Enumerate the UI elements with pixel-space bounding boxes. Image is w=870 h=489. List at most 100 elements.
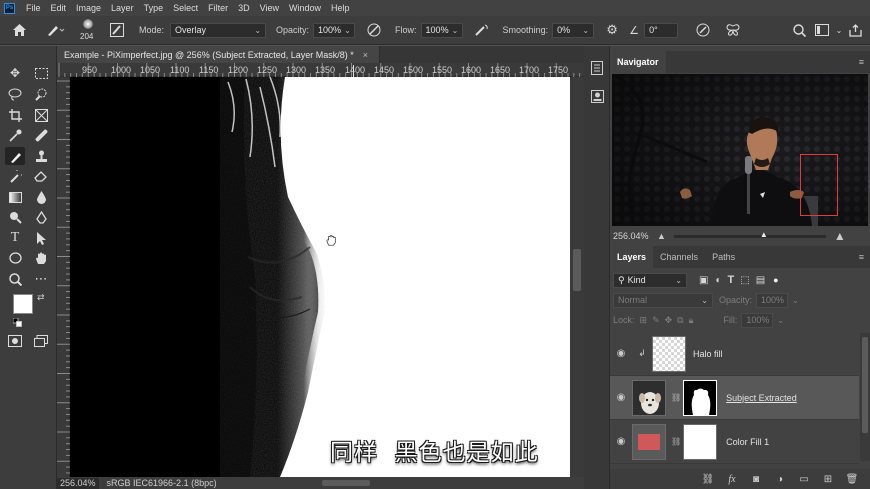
panel-menu-icon[interactable]: ≡ [859, 252, 864, 262]
zoom-tool-icon[interactable] [5, 270, 25, 288]
filter-toggle-icon[interactable]: ● [773, 275, 778, 285]
menu-edit[interactable]: Edit [46, 3, 72, 13]
ellipse-tool-icon[interactable] [5, 249, 25, 267]
smoothing-input[interactable]: 0% ⌄ [552, 22, 595, 38]
navigator-zoom-slider[interactable]: ▲ [673, 230, 826, 238]
layer-mask-thumbnail[interactable] [683, 379, 718, 416]
healing-brush-tool-icon[interactable] [31, 126, 51, 144]
gear-icon[interactable]: ⚙ [600, 22, 624, 38]
layer-style-fx-icon[interactable]: fx [720, 474, 744, 485]
lock-all-icon[interactable]: 🔒︎ [689, 315, 694, 326]
screen-mode-icon[interactable] [31, 332, 51, 350]
properties-panel-icon[interactable] [589, 88, 605, 104]
airbrush-icon[interactable] [469, 23, 495, 37]
navigator-zoom-value[interactable]: 256.04% [613, 231, 657, 241]
layer-opacity-input[interactable]: 100% [756, 292, 789, 308]
clone-stamp-tool-icon[interactable] [31, 147, 51, 165]
menu-layer[interactable]: Layer [106, 3, 139, 13]
horizontal-ruler[interactable]: 950 1000 1050 1100 1150 1200 1250 1300 1… [57, 63, 584, 77]
link-layers-icon[interactable]: ⛓ [696, 474, 720, 485]
scrollbar-thumb[interactable] [573, 249, 581, 291]
more-tools-icon[interactable]: ⋯ [31, 270, 51, 288]
navigator-view-box[interactable] [800, 154, 838, 216]
lock-image-icon[interactable]: ✎ [652, 315, 660, 326]
menu-help[interactable]: Help [326, 3, 355, 13]
default-colors-icon[interactable] [12, 317, 22, 329]
crop-tool-icon[interactable] [5, 106, 25, 124]
pressure-opacity-icon[interactable] [361, 23, 387, 37]
menu-3d[interactable]: 3D [233, 3, 255, 13]
photoshop-logo[interactable]: Ps [4, 2, 15, 14]
canvas-vertical-scrollbar[interactable] [570, 77, 584, 477]
history-panel-icon[interactable] [589, 60, 605, 76]
butterfly-symmetry-icon[interactable] [720, 23, 746, 37]
dodge-tool-icon[interactable] [5, 208, 25, 226]
mode-select[interactable]: Overlay ⌄ [170, 22, 267, 38]
pen-tool-icon[interactable] [31, 208, 51, 226]
add-mask-icon[interactable]: ◙ [744, 474, 768, 485]
pressure-size-icon[interactable] [690, 23, 716, 37]
eye-icon[interactable]: ◉ [610, 392, 632, 403]
opacity-input[interactable]: 100% ⌄ [313, 22, 356, 38]
menu-view[interactable]: View [255, 3, 284, 13]
brush-tool-preset-icon[interactable] [41, 23, 69, 37]
flow-input[interactable]: 100% ⌄ [420, 22, 463, 38]
lock-transparent-icon[interactable]: ⊞ [640, 315, 648, 326]
layers-scrollbar[interactable] [860, 333, 870, 461]
panel-menu-icon[interactable]: ≡ [859, 57, 864, 67]
eraser-tool-icon[interactable] [31, 167, 51, 185]
menu-filter[interactable]: Filter [203, 3, 233, 13]
menu-file[interactable]: File [21, 3, 46, 13]
navigator-thumbnail[interactable] [612, 74, 868, 226]
menu-select[interactable]: Select [168, 3, 203, 13]
type-tool-icon[interactable]: T [5, 229, 25, 247]
path-selection-tool-icon[interactable] [31, 229, 51, 247]
swap-colors-icon[interactable]: ⇄ [37, 292, 45, 303]
fill-input[interactable]: 100% [741, 312, 774, 328]
tab-navigator[interactable]: Navigator [610, 51, 666, 73]
group-folder-icon[interactable]: ▭ [792, 474, 816, 485]
eyedropper-tool-icon[interactable] [5, 126, 25, 144]
layer-row-color-fill[interactable]: ◉ ⛓ Color Fill 1 [610, 420, 859, 464]
quick-mask-icon[interactable] [5, 332, 25, 350]
trash-icon[interactable]: 🗑︎ [840, 474, 864, 485]
zoom-out-icon[interactable]: ▲ [657, 231, 666, 241]
brush-settings-panel-icon[interactable] [105, 23, 129, 37]
scrollbar-thumb[interactable] [862, 337, 868, 433]
new-layer-icon[interactable]: ⊞ [816, 474, 840, 485]
eye-icon[interactable]: ◉ [610, 348, 632, 359]
move-tool-icon[interactable]: ✥ [5, 64, 25, 82]
home-icon[interactable] [7, 23, 31, 37]
menu-image[interactable]: Image [71, 3, 106, 13]
zoom-in-icon[interactable]: ▲ [834, 229, 846, 243]
layer-name[interactable]: Subject Extracted [726, 393, 797, 403]
close-icon[interactable]: × [363, 50, 368, 60]
color-profile[interactable]: sRGB IEC61966-2.1 (8bpc) [107, 478, 217, 488]
adjustment-layer-icon[interactable]: ◑ [768, 474, 792, 485]
link-icon[interactable]: ⛓ [671, 437, 681, 446]
lasso-tool-icon[interactable] [5, 85, 25, 103]
tab-channels[interactable]: Channels [653, 246, 705, 268]
layer-name[interactable]: Color Fill 1 [726, 437, 769, 447]
eye-icon[interactable]: ◉ [610, 436, 632, 447]
layer-row-subject-extracted[interactable]: ◉ ⛓ Subject Extracted [610, 376, 859, 420]
gradient-tool-icon[interactable] [5, 188, 25, 206]
search-icon[interactable] [788, 23, 810, 37]
layer-filter-kind-select[interactable]: ⚲ Kind ⌄ [613, 272, 687, 288]
lock-position-icon[interactable]: ✥ [665, 315, 673, 326]
filter-adjustment-icon[interactable]: ◐ [715, 275, 721, 286]
layer-row-halo-fill[interactable]: ◉ ↲ Halo fill [610, 332, 859, 376]
hand-tool-icon[interactable] [31, 249, 51, 267]
layer-name[interactable]: Halo fill [693, 349, 723, 359]
workspace-icon[interactable] [810, 24, 834, 36]
document-canvas[interactable] [70, 77, 570, 477]
chevron-down-icon[interactable]: ⌄ [777, 316, 784, 325]
frame-tool-icon[interactable] [31, 106, 51, 124]
angle-input[interactable]: 0° [644, 22, 679, 38]
menu-window[interactable]: Window [284, 3, 326, 13]
brush-tool-icon[interactable] [5, 147, 25, 165]
document-tab[interactable]: Example - PiXimperfect.jpg @ 256% (Subje… [57, 46, 380, 63]
foreground-color-swatch[interactable] [13, 294, 33, 314]
blend-mode-select[interactable]: Normal ⌄ [613, 292, 713, 308]
brush-size-picker[interactable]: 204 [75, 17, 101, 43]
